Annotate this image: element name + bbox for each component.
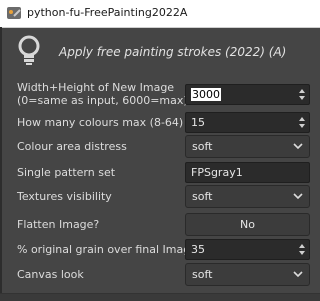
chevron-down-icon [293,271,303,278]
grain-value[interactable]: 35 [191,243,205,256]
width-height-value[interactable]: 3000 [191,88,221,101]
canvas-look-combo[interactable]: soft [185,263,310,286]
colours-max-spinbox[interactable]: 15 [185,112,310,133]
row-canvas-look: Canvas look soft [0,263,320,287]
chevron-down-icon [293,143,303,150]
grain-spinbox[interactable]: 35 [185,239,310,260]
chevron-down-icon [293,193,303,200]
colour-distress-combo[interactable]: soft [185,135,310,158]
spin-down-icon[interactable] [299,124,305,128]
pattern-set-value[interactable]: FPSgray1 [191,166,243,179]
textures-visibility-label: Textures visibility [17,190,112,203]
spin-up-icon[interactable] [299,89,305,93]
row-width-height: Width+Height of New Image (0=same as inp… [0,80,320,110]
width-height-label: Width+Height of New Image (0=same as inp… [17,81,188,107]
width-height-label-line2: (0=same as input, 6000=max) [17,94,188,107]
width-height-spinbox[interactable]: 3000 [185,84,310,105]
pattern-set-input[interactable]: FPSgray1 [185,162,310,183]
textures-visibility-value: soft [192,190,213,203]
row-colours-max: How many colours max (8-64) 15 [0,111,320,134]
textures-visibility-combo[interactable]: soft [185,185,310,208]
colours-max-label: How many colours max (8-64) [17,116,184,129]
plugin-title: Apply free painting strokes (2022) (A) [59,45,287,59]
row-flatten: Flatten Image? No [0,213,320,237]
lightbulb-icon [18,35,40,65]
colour-distress-label: Colour area distress [17,140,127,153]
canvas-look-label: Canvas look [17,268,84,281]
row-colour-distress: Colour area distress soft [0,135,320,159]
canvas-look-value: soft [192,268,213,281]
spin-down-icon[interactable] [299,251,305,255]
row-grain: % original grain over final Image? 35 [0,238,320,260]
spin-up-icon[interactable] [299,244,305,248]
colours-max-value[interactable]: 15 [191,116,205,129]
grain-label: % original grain over final Image? [17,243,203,256]
gimp-app-icon [7,7,21,19]
flatten-toggle-button[interactable]: No [185,213,310,236]
spin-down-icon[interactable] [299,96,305,100]
width-height-label-line1: Width+Height of New Image [17,81,175,94]
pattern-set-label: Single pattern set [17,166,116,179]
title-bar[interactable]: python-fu-FreePainting2022A [0,0,320,28]
flatten-label: Flatten Image? [17,218,100,231]
colour-distress-value: soft [192,140,213,153]
row-pattern-set: Single pattern set FPSgray1 [0,161,320,183]
row-textures-visibility: Textures visibility soft [0,185,320,209]
spin-up-icon[interactable] [299,117,305,121]
window-title: python-fu-FreePainting2022A [27,6,188,19]
